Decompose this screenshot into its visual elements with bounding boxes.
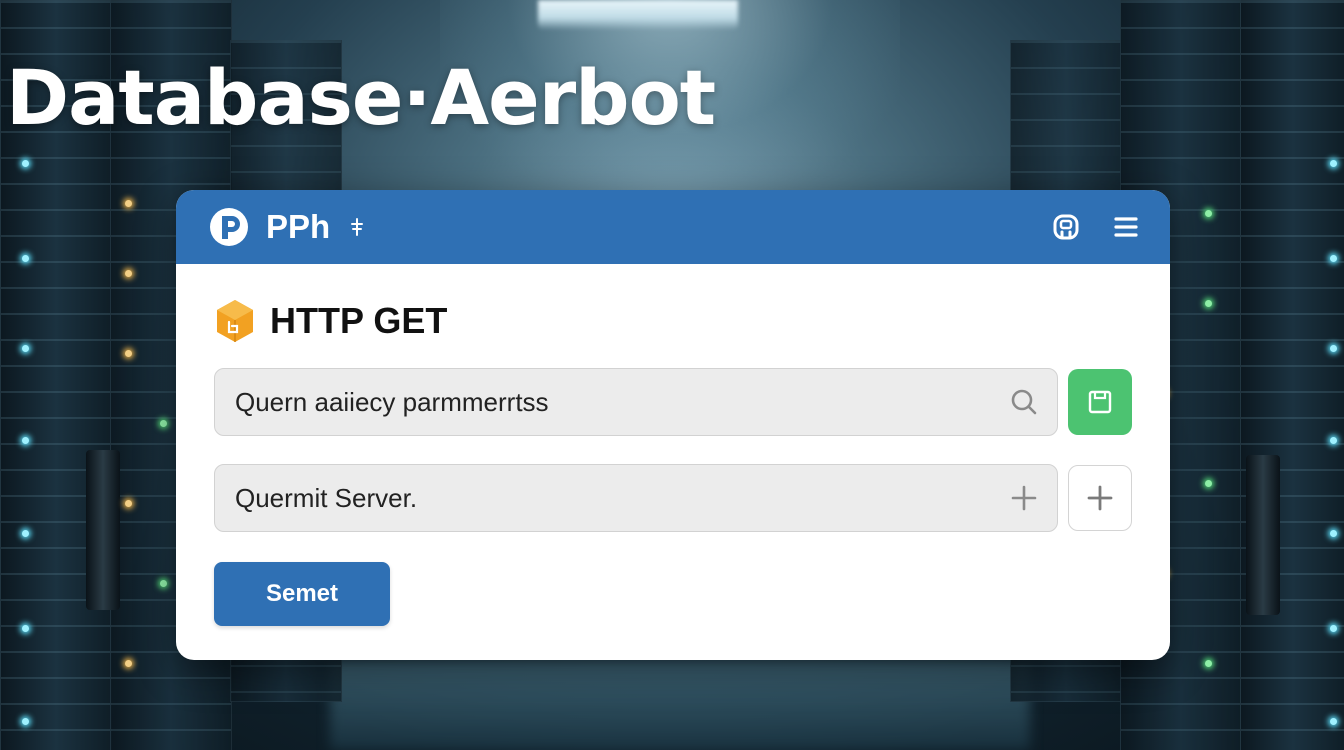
status-led xyxy=(1330,625,1337,632)
status-led xyxy=(1330,345,1337,352)
status-led xyxy=(22,625,29,632)
status-led xyxy=(160,580,167,587)
status-led xyxy=(1330,160,1337,167)
status-led xyxy=(1330,437,1337,444)
add-server-button[interactable] xyxy=(1068,465,1132,531)
status-led xyxy=(22,437,29,444)
ceiling-light xyxy=(538,0,738,30)
server-row xyxy=(214,464,1132,532)
plus-icon[interactable] xyxy=(1009,483,1039,513)
status-led xyxy=(1205,210,1212,217)
app-name: PPh xyxy=(266,208,331,245)
status-led xyxy=(22,530,29,537)
save-button[interactable] xyxy=(1068,369,1132,435)
status-led xyxy=(125,660,132,667)
pin-icon[interactable] xyxy=(348,218,366,236)
query-parameters-input[interactable] xyxy=(215,369,995,435)
query-input-container xyxy=(214,368,1059,436)
save-icon xyxy=(1087,389,1113,415)
server-input-container xyxy=(214,464,1059,532)
status-led xyxy=(125,270,132,277)
server-input[interactable] xyxy=(215,465,995,531)
submit-button[interactable]: Semet xyxy=(214,562,390,626)
status-led xyxy=(1205,660,1212,667)
status-led xyxy=(22,718,29,725)
status-led xyxy=(125,200,132,207)
status-led xyxy=(1330,255,1337,262)
app-window: PPh HTTP GET Quern aaiiecy parmmerrtss Q… xyxy=(176,190,1170,660)
status-led xyxy=(22,255,29,262)
server-room-background: Database·Aerbot PPh HTTP GET Quern aaiie… xyxy=(0,0,1344,750)
status-led xyxy=(1205,300,1212,307)
corridor-floor xyxy=(330,660,1030,750)
rack-handle-right xyxy=(1246,455,1280,615)
request-form: HTTP GET Quern aaiiecy parmmerrtss Querm… xyxy=(176,264,1170,626)
plus-icon xyxy=(1086,484,1114,512)
robot-icon[interactable] xyxy=(1048,209,1084,245)
status-led xyxy=(160,420,167,427)
status-led xyxy=(1330,530,1337,537)
status-led xyxy=(22,345,29,352)
page-headline: Database·Aerbot xyxy=(6,53,716,142)
status-led xyxy=(1330,718,1337,725)
rack-handle-left xyxy=(86,450,120,610)
status-led xyxy=(1205,480,1212,487)
app-logo-icon xyxy=(208,206,250,248)
method-title: HTTP GET xyxy=(270,300,448,341)
query-row xyxy=(214,368,1132,436)
status-led xyxy=(125,500,132,507)
hamburger-menu-icon[interactable] xyxy=(1108,209,1144,245)
method-header: HTTP GET xyxy=(214,294,1132,348)
server-rack-right-outer xyxy=(1240,0,1344,750)
package-box-icon xyxy=(214,297,256,345)
titlebar: PPh xyxy=(176,190,1170,264)
status-led xyxy=(125,350,132,357)
search-icon[interactable] xyxy=(1009,387,1039,417)
status-led xyxy=(22,160,29,167)
